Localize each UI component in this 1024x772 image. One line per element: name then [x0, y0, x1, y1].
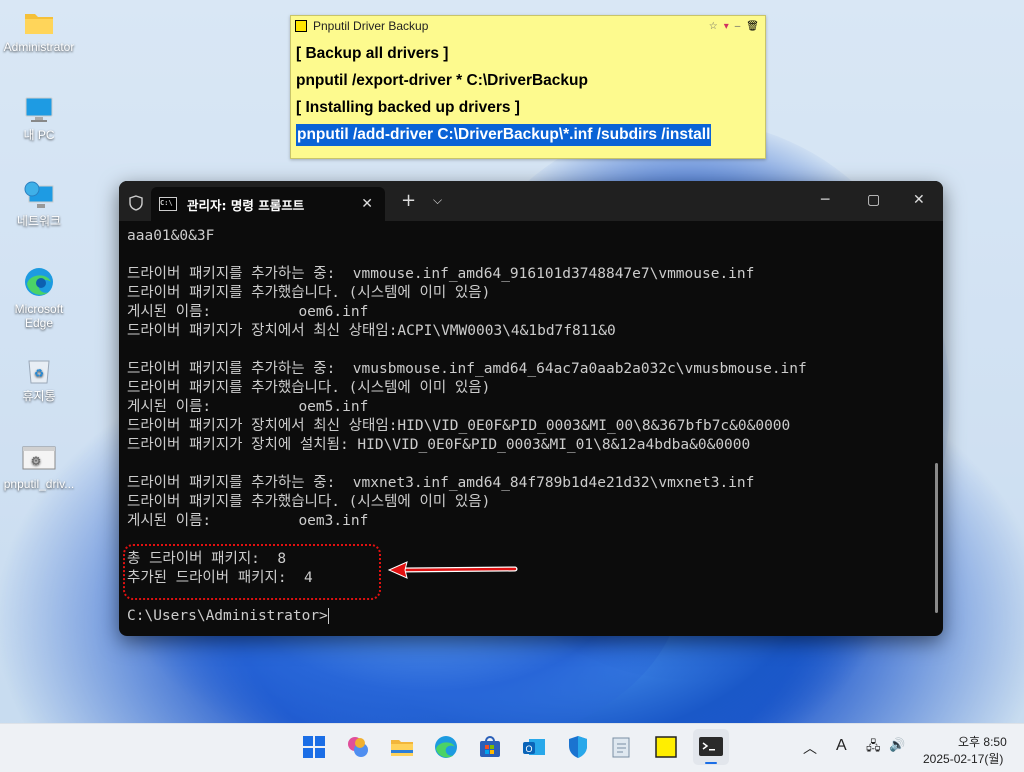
folder-icon [25, 14, 53, 34]
svg-text:O: O [525, 744, 532, 754]
tab-close-icon[interactable]: ✕ [361, 196, 373, 212]
console-line: 드라이버 패키지를 추가하는 중: vmmouse.inf_amd64_9161… [127, 266, 755, 282]
network-tray-icon[interactable]: 🖧 [866, 737, 881, 759]
ime-indicator[interactable]: A [836, 737, 847, 755]
desktop-icon-label: Microsoft Edge [14, 302, 64, 330]
store-icon[interactable] [477, 734, 503, 760]
note-line-selected: pnputil /add-driver C:\DriverBackup\*.in… [296, 124, 712, 146]
notepad-icon[interactable] [609, 734, 635, 760]
taskbar: O ︿ A 🖧 🔊 오후 8:50 2025-02-17(월) [0, 723, 1024, 772]
chevron-down-icon[interactable]: ⌵ [433, 193, 442, 208]
console-line: 드라이버 패키지를 추가하는 중: vmxnet3.inf_amd64_84f7… [127, 475, 755, 491]
copilot-icon[interactable] [345, 734, 371, 760]
desktop-icon-label: 휴지통 [22, 389, 56, 403]
console-line: 드라이버 패키지를 추가하는 중: vmusbmouse.inf_amd64_6… [127, 361, 807, 377]
desktop-icon-edge[interactable]: Microsoft Edge [0, 266, 79, 330]
console-line: 드라이버 패키지를 추가했습니다. (시스템에 이미 있음) [127, 285, 491, 301]
console-line: 드라이버 패키지를 추가했습니다. (시스템에 이미 있음) [127, 494, 491, 510]
terminal-scrollbar[interactable] [935, 463, 938, 613]
desktop-icon-label: pnputil_driv... [3, 477, 75, 491]
console-line: aaa01&0&3F [127, 228, 215, 244]
tab-command-prompt[interactable]: C:\ 관리자: 명령 프롬프트 ✕ [151, 187, 385, 221]
note-line: pnputil /export-driver * C:\DriverBackup [296, 72, 588, 89]
close-button[interactable]: ✕ [913, 192, 925, 208]
file-explorer-icon[interactable] [389, 734, 415, 760]
desktop-icon-label: Administrator [3, 40, 75, 54]
start-icon[interactable] [301, 734, 327, 760]
console-line: 게시된 이름: oem5.inf [127, 399, 369, 415]
command-prompt-line[interactable]: C:\Users\Administrator> [127, 607, 943, 626]
sticky-note-color-icon [295, 20, 307, 32]
note-line: [ Installing backed up drivers ] [296, 99, 520, 116]
svg-text:⚙: ⚙ [31, 454, 42, 468]
sticky-note-window[interactable]: Pnputil Driver Backup ☆ ▾ – 🗑 [ Backup a… [290, 15, 766, 159]
edge-icon[interactable] [433, 734, 459, 760]
console-line: 드라이버 패키지가 장치에서 최신 상태임:ACPI\VMW0003\4&1bd… [127, 323, 616, 339]
console-line: 드라이버 패키지가 장치에서 최신 상태임:HID\VID_0E0F&PID_0… [127, 418, 791, 434]
cmd-icon: C:\ [159, 197, 177, 211]
delete-icon[interactable]: 🗑 [746, 21, 759, 32]
svg-text:♻: ♻ [34, 368, 44, 380]
desktop-icon-recycle-bin[interactable]: ♻ 휴지통 [0, 357, 79, 403]
desktop-icon-this-pc[interactable]: 내 PC [0, 96, 79, 142]
batch-file-icon: ⚙ [22, 446, 56, 470]
minimize-icon[interactable]: – [735, 21, 741, 32]
terminal-icon[interactable] [693, 729, 729, 765]
show-hidden-icons-chevron[interactable]: ︿ [803, 738, 817, 758]
terminal-titlebar[interactable]: C:\ 관리자: 명령 프롬프트 ✕ + ⌵ ─ ▢ ✕ [119, 181, 943, 221]
desktop-icon-label: 네트워크 [16, 214, 62, 228]
sticky-note-title: Pnputil Driver Backup [313, 19, 429, 33]
clock-time[interactable]: 오후 8:50 [958, 733, 1007, 750]
red-highlight-box [123, 544, 381, 600]
maximize-button[interactable]: ▢ [867, 192, 880, 208]
console-line: 드라이버 패키지가 장치에 설치됨: HID\VID_0E0F&PID_0003… [127, 437, 751, 453]
desktop-icon-pnputil-batch[interactable]: ⚙ pnputil_driv... [0, 445, 79, 491]
sticky-note-titlebar[interactable]: Pnputil Driver Backup ☆ ▾ – 🗑 [291, 16, 765, 36]
recycle-bin-icon: ♻ [28, 360, 50, 384]
text-cursor [327, 608, 329, 624]
desktop-icon-label: 내 PC [23, 128, 55, 142]
network-icon [24, 181, 54, 208]
tab-title: 관리자: 명령 프롬프트 [187, 197, 305, 213]
star-icon[interactable]: ☆ [709, 21, 718, 32]
console-line: 게시된 이름: oem6.inf [127, 304, 369, 320]
new-tab-plus-icon[interactable]: + [401, 190, 416, 211]
desktop-icon-administrator[interactable]: Administrator [0, 10, 79, 54]
console-line: 게시된 이름: oem3.inf [127, 513, 369, 529]
pin-icon[interactable]: ▾ [724, 21, 729, 32]
edge-icon [25, 268, 53, 296]
admin-shield-icon [129, 195, 143, 211]
sticky-notes-icon[interactable] [653, 734, 679, 760]
red-arrow-annotation [387, 561, 518, 579]
defender-icon[interactable] [565, 734, 591, 760]
volume-icon[interactable]: 🔊 [889, 737, 905, 753]
terminal-window[interactable]: C:\ 관리자: 명령 프롬프트 ✕ + ⌵ ─ ▢ ✕ aaa01&0&3F … [119, 181, 943, 636]
outlook-icon[interactable]: O [521, 734, 547, 760]
desktop-icon-network[interactable]: 네트워크 [0, 180, 79, 228]
clock-date[interactable]: 2025-02-17(월) [923, 750, 1003, 767]
computer-icon [25, 97, 53, 122]
minimize-button[interactable]: ─ [821, 192, 829, 208]
prompt-text: C:\Users\Administrator> [127, 608, 328, 624]
console-line: 드라이버 패키지를 추가했습니다. (시스템에 이미 있음) [127, 380, 491, 396]
note-line: [ Backup all drivers ] [296, 45, 449, 62]
